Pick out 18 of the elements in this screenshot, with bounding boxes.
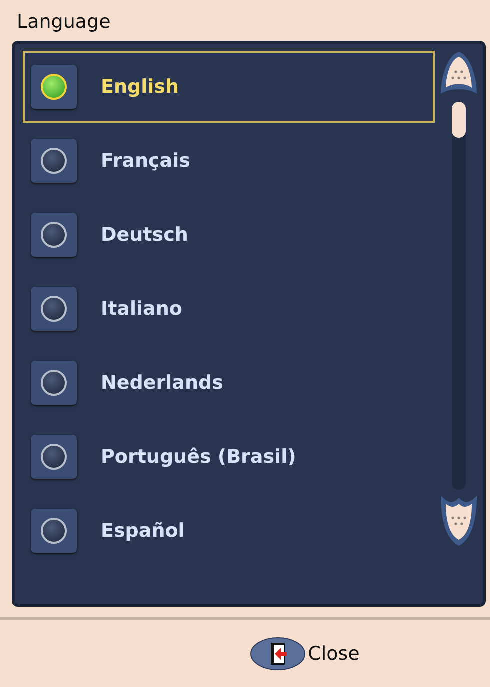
language-option[interactable]: Nederlands [23,347,435,419]
radio-button[interactable] [31,213,77,257]
radio-button[interactable] [31,435,77,479]
close-button[interactable]: Close [250,636,360,670]
scrollbar-thumb[interactable] [452,102,466,138]
radio-button[interactable] [31,287,77,331]
window-title: Language [16,10,112,35]
radio-button[interactable] [31,65,77,109]
language-option[interactable]: Español [23,495,435,567]
language-option[interactable]: Deutsch [23,199,435,271]
language-option[interactable]: Italiano [23,273,435,345]
language-option[interactable]: Français [23,125,435,197]
radio-button[interactable] [31,361,77,405]
language-option[interactable]: English [23,51,435,123]
exit-door-icon [250,636,306,670]
radio-button[interactable] [31,139,77,183]
language-option[interactable]: Português (Brasil) [23,421,435,493]
radio-button[interactable] [31,509,77,553]
